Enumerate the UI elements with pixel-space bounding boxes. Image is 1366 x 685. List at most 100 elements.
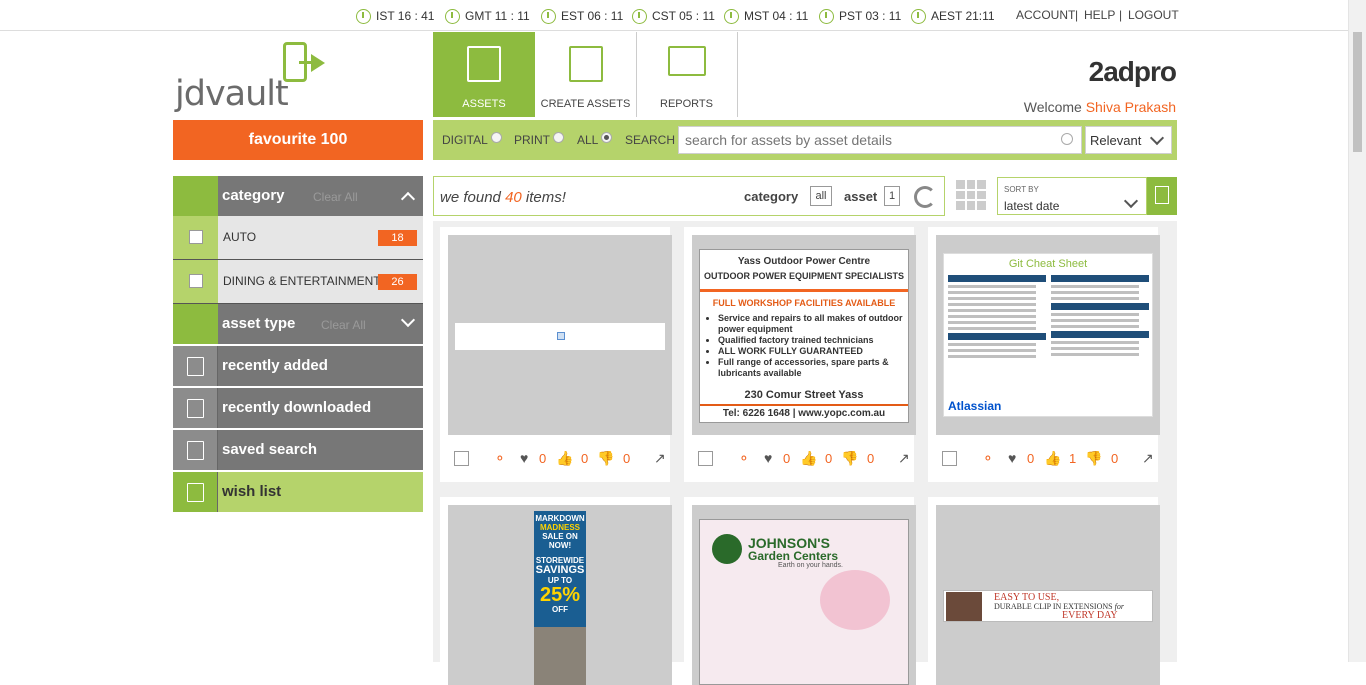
help-link[interactable]: HELP bbox=[1084, 8, 1115, 22]
category-filter-value[interactable]: all bbox=[810, 186, 832, 206]
asset-filter-value[interactable]: 1 bbox=[884, 186, 900, 206]
nav-wish-list[interactable]: wish list bbox=[173, 472, 423, 512]
category-checkbox[interactable] bbox=[189, 274, 203, 288]
filter-print[interactable]: PRINT bbox=[514, 131, 564, 147]
clock-icon bbox=[356, 8, 371, 24]
brand-logo: 2adpro bbox=[1088, 56, 1177, 87]
category-filter-label: category bbox=[744, 189, 799, 204]
johnsons-logo bbox=[712, 534, 742, 564]
count-badge: 18 bbox=[378, 230, 417, 246]
document-search-icon bbox=[1155, 186, 1169, 204]
asset-type-header[interactable]: asset type Clear All bbox=[173, 304, 423, 344]
user-name[interactable]: Shiva Prakash bbox=[1086, 99, 1176, 115]
relevance-select[interactable]: Relevant bbox=[1085, 126, 1172, 154]
account-link[interactable]: ACCOUNT bbox=[1016, 8, 1075, 22]
git-cheat-sheet: Git Cheat Sheet Atlassian bbox=[943, 253, 1153, 417]
search-input[interactable] bbox=[678, 126, 1082, 154]
chevron-up-icon[interactable] bbox=[400, 191, 416, 207]
asset-card[interactable]: MARKDOWN MADNESS SALE ON NOW! STOREWIDE … bbox=[440, 497, 672, 685]
card-checkbox[interactable] bbox=[942, 451, 957, 466]
tab-reports[interactable]: REPORTS bbox=[636, 32, 738, 117]
asset-thumbnail[interactable]: Yass Outdoor Power Centre OUTDOOR POWER … bbox=[692, 235, 916, 435]
clock-icon bbox=[819, 8, 834, 24]
thumbs-down-icon[interactable]: 👎 bbox=[1085, 451, 1102, 465]
chevron-down-icon[interactable] bbox=[400, 312, 416, 328]
logout-link[interactable]: LOGOUT bbox=[1128, 8, 1179, 22]
timezone-est: EST 06 : 11 bbox=[541, 7, 623, 25]
search-icon[interactable] bbox=[1061, 133, 1073, 145]
thumbs-up-icon[interactable]: 👍 bbox=[800, 451, 817, 465]
asset-thumbnail[interactable]: Git Cheat Sheet Atlassian bbox=[936, 235, 1160, 435]
timezone-gmt: GMT 11 : 11 bbox=[445, 7, 530, 25]
filter-digital[interactable]: DIGITAL bbox=[442, 131, 502, 147]
nav-saved-search[interactable]: saved search bbox=[173, 430, 423, 470]
nav-recently-downloaded[interactable]: recently downloaded bbox=[173, 388, 423, 428]
grid-view-icon[interactable] bbox=[956, 180, 986, 210]
filter-all[interactable]: ALL bbox=[577, 131, 613, 147]
asset-grid: ⚬ ♥ 0 👍 0 👎 0 ↗ Yass Outdoor Power Centr… bbox=[433, 221, 1177, 685]
logo-text: jdvault bbox=[175, 74, 289, 114]
external-link-icon[interactable]: ↗ bbox=[654, 451, 666, 465]
timezone-ist: IST 16 : 41 bbox=[356, 7, 434, 25]
separator: | bbox=[1075, 8, 1079, 22]
card-checkbox[interactable] bbox=[698, 451, 713, 466]
hair-extensions-ad: EASY TO USE, DURABLE CLIP IN EXTENSIONS … bbox=[943, 590, 1153, 622]
radio-all[interactable] bbox=[601, 131, 613, 143]
tray-icon bbox=[173, 304, 218, 344]
nav-recently-added[interactable]: recently added bbox=[173, 346, 423, 386]
category-item-dining[interactable]: DINING & ENTERTAINMENT 26 bbox=[173, 260, 423, 304]
category-header[interactable]: category Clear All bbox=[173, 176, 423, 216]
separator: | bbox=[1119, 8, 1123, 22]
asset-card[interactable]: Yass Outdoor Power Centre OUTDOOR POWER … bbox=[684, 227, 916, 482]
heart-icon[interactable]: ♥ bbox=[520, 451, 528, 465]
asset-thumbnail[interactable]: MARKDOWN MADNESS SALE ON NOW! STOREWIDE … bbox=[448, 505, 672, 685]
chevron-down-icon bbox=[1149, 130, 1165, 146]
card-checkbox[interactable] bbox=[454, 451, 469, 466]
lightbulb-icon[interactable]: ⚬ bbox=[738, 451, 750, 465]
category-item-auto[interactable]: AUTO 18 bbox=[173, 216, 423, 260]
tab-assets[interactable]: ASSETS bbox=[433, 32, 535, 117]
markdown-banner-ad: MARKDOWN MADNESS SALE ON NOW! STOREWIDE … bbox=[534, 511, 586, 685]
favourite-button[interactable]: favourite 100 bbox=[173, 120, 423, 160]
lightbulb-icon[interactable]: ⚬ bbox=[494, 451, 506, 465]
search-bar: DIGITAL PRINT ALL SEARCH Relevant bbox=[433, 120, 1177, 160]
asset-type-clear-all[interactable]: Clear All bbox=[321, 318, 366, 332]
category-clear-all[interactable]: Clear All bbox=[313, 190, 358, 204]
thumbs-up-icon[interactable]: 👍 bbox=[556, 451, 573, 465]
heart-icon[interactable]: ♥ bbox=[1008, 451, 1016, 465]
broken-image-placeholder bbox=[455, 323, 665, 350]
thumbs-up-icon[interactable]: 👍 bbox=[1044, 451, 1061, 465]
external-link-icon[interactable]: ↗ bbox=[1142, 451, 1154, 465]
scrollbar-thumb[interactable] bbox=[1353, 32, 1362, 152]
asset-thumbnail[interactable]: EASY TO USE, DURABLE CLIP IN EXTENSIONS … bbox=[936, 505, 1160, 685]
layers-icon bbox=[173, 176, 218, 216]
lightbulb-icon[interactable]: ⚬ bbox=[982, 451, 994, 465]
asset-card[interactable]: EASY TO USE, DURABLE CLIP IN EXTENSIONS … bbox=[928, 497, 1160, 685]
asset-card[interactable]: JOHNSON'S Garden Centers Earth on your h… bbox=[684, 497, 916, 685]
asset-thumbnail[interactable]: JOHNSON'S Garden Centers Earth on your h… bbox=[692, 505, 916, 685]
asset-thumbnail[interactable] bbox=[448, 235, 672, 435]
thumbs-down-icon[interactable]: 👎 bbox=[597, 451, 614, 465]
flower-image bbox=[820, 570, 890, 630]
top-bar: IST 16 : 41 GMT 11 : 11 EST 06 : 11 CST … bbox=[0, 0, 1348, 31]
tab-create-assets[interactable]: CREATE ASSETS bbox=[535, 32, 637, 117]
thumbs-down-icon[interactable]: 👎 bbox=[841, 451, 858, 465]
heart-icon[interactable]: ♥ bbox=[764, 451, 772, 465]
category-checkbox[interactable] bbox=[189, 230, 203, 244]
arrow-head-icon bbox=[311, 54, 325, 72]
asset-card[interactable]: ⚬ ♥ 0 👍 0 👎 0 ↗ bbox=[440, 227, 672, 482]
jdvault-logo[interactable]: jdvault bbox=[173, 40, 343, 114]
plus-icon bbox=[187, 357, 204, 376]
results-count: we found 40 items! bbox=[440, 189, 566, 206]
sort-by-select[interactable]: SORT BY latest date bbox=[997, 177, 1147, 215]
external-link-icon[interactable]: ↗ bbox=[898, 451, 910, 465]
radio-digital[interactable] bbox=[490, 131, 502, 143]
asset-card[interactable]: Git Cheat Sheet Atlassian ⚬ ♥ 0 👍 1 👎 0 … bbox=[928, 227, 1160, 482]
radio-print[interactable] bbox=[553, 131, 564, 143]
card-actions: ⚬ ♥ 0 👍 0 👎 0 ↗ bbox=[692, 441, 916, 471]
sidebar: category Clear All AUTO 18 DINING & ENTE… bbox=[173, 176, 423, 512]
sort-search-button[interactable] bbox=[1147, 177, 1177, 215]
page-scrollbar[interactable] bbox=[1348, 0, 1366, 662]
clock-icon bbox=[541, 8, 556, 24]
refresh-icon[interactable] bbox=[914, 186, 936, 208]
